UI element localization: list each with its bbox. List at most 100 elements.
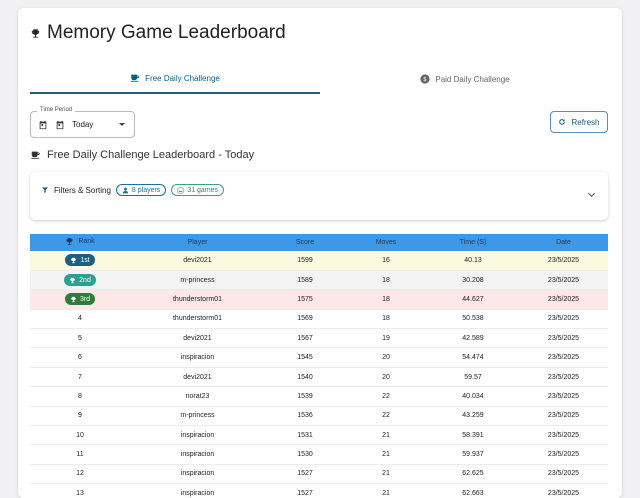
- moves-cell: 20: [382, 373, 390, 381]
- rank-badge-silver: 2nd: [64, 274, 96, 287]
- table-row: 4 thunderstorm01 1569 18 50.538 23/5/202…: [30, 309, 608, 329]
- time-cell: 62.625: [462, 470, 484, 478]
- rank-cell: 1st: [30, 251, 130, 270]
- column-header-time[interactable]: Time (S): [427, 234, 519, 251]
- expand-icon[interactable]: [587, 189, 596, 198]
- svg-text:$: $: [424, 77, 428, 83]
- time-cell: 59.937: [462, 451, 484, 459]
- filters-panel[interactable]: Filters & Sorting 8 players 31 games: [30, 172, 608, 220]
- player-cell: thunderstorm01: [172, 295, 223, 303]
- player-cell: inspiracion: [180, 354, 215, 362]
- date-cell: 23/5/2025: [547, 431, 580, 439]
- rank-cell: 8: [78, 392, 82, 400]
- time-period-select[interactable]: Time Period Today: [30, 107, 135, 138]
- challenge-tabs: Free Daily Challenge $ Paid Daily Challe…: [30, 64, 610, 94]
- tab-free-daily-challenge[interactable]: Free Daily Challenge: [30, 64, 320, 94]
- column-header-player[interactable]: Player: [130, 234, 265, 251]
- score-cell: 1589: [297, 276, 313, 284]
- rank-cell: 2nd: [30, 270, 130, 289]
- page-title-text: Memory Game Leaderboard: [47, 22, 286, 43]
- score-cell: 1530: [297, 451, 313, 459]
- players-chip: 8 players: [115, 184, 167, 196]
- score-cell: 1567: [297, 334, 313, 342]
- player-cell: norat23: [185, 392, 210, 400]
- rank-cell: 11: [76, 451, 84, 459]
- time-cell: 40.13: [464, 256, 482, 264]
- moves-cell: 18: [382, 276, 390, 284]
- table-row: 2nd m-princess 1589 18 30.208 23/5/2025: [30, 270, 608, 290]
- player-cell: inspiracion: [180, 451, 215, 459]
- table-row: 13 inspiracion 1527 21 62.663 23/5/2025: [30, 484, 608, 498]
- rank-cell: 6: [78, 354, 82, 362]
- moves-cell: 21: [382, 431, 390, 439]
- time-cell: 43.259: [462, 412, 484, 420]
- table-row: 6 inspiracion 1545 20 54.474 23/5/2025: [30, 348, 608, 368]
- date-cell: 23/5/2025: [547, 412, 580, 420]
- rank-cell: 9: [78, 412, 82, 420]
- player-cell: thunderstorm01: [172, 315, 223, 323]
- date-cell: 23/5/2025: [547, 470, 580, 478]
- time-cell: 54.474: [462, 354, 484, 362]
- filter-icon: [42, 187, 48, 193]
- column-header-rank[interactable]: Rank: [30, 234, 130, 251]
- rank-badge-bronze: 3rd: [64, 293, 96, 306]
- table-row: 5 devi2021 1567 19 42.589 23/5/2025: [30, 329, 608, 348]
- leaderboard-card: Memory Game Leaderboard Free Daily Chall…: [18, 8, 622, 498]
- dollar-icon: $: [420, 74, 430, 84]
- coffee-icon: [130, 74, 140, 82]
- calendar-icon: [39, 120, 47, 129]
- table-row: 8 norat23 1539 22 40.034 23/5/2025: [30, 387, 608, 407]
- date-cell: 23/5/2025: [547, 334, 580, 342]
- players-chip-label: 8 players: [131, 186, 161, 194]
- table-row: 1st devi2021 1599 16 40.13 23/5/2025: [30, 251, 608, 271]
- player-cell: inspiracion: [180, 431, 215, 439]
- player-cell: inspiracion: [180, 489, 215, 497]
- rank-cell: 13: [76, 489, 84, 497]
- trophy-icon: [71, 257, 77, 264]
- column-header-score[interactable]: Score: [265, 234, 345, 251]
- date-cell: 23/5/2025: [547, 354, 580, 362]
- player-cell: m-princess: [180, 412, 215, 420]
- tab-label: Free Daily Challenge: [145, 73, 220, 83]
- page-title: Memory Game Leaderboard: [30, 22, 286, 44]
- time-cell: 42.589: [462, 334, 484, 342]
- refresh-button[interactable]: Refresh: [550, 111, 608, 133]
- time-cell: 50.538: [462, 315, 484, 323]
- moves-cell: 19: [382, 334, 390, 342]
- moves-cell: 18: [382, 295, 390, 303]
- date-cell: 23/5/2025: [547, 451, 580, 459]
- date-cell: 23/5/2025: [547, 392, 580, 400]
- games-chip-label: 31 games: [187, 186, 219, 194]
- date-cell: 23/5/2025: [547, 256, 580, 264]
- date-cell: 23/5/2025: [547, 315, 580, 323]
- rank-cell: 5: [78, 334, 82, 342]
- rank-cell: 4: [78, 315, 82, 323]
- tab-paid-daily-challenge[interactable]: $ Paid Daily Challenge: [320, 64, 610, 94]
- rank-cell: 12: [76, 470, 84, 478]
- moves-cell: 20: [382, 354, 390, 362]
- column-header-date[interactable]: Date: [519, 234, 608, 251]
- coffee-icon: [31, 151, 40, 159]
- subtitle-text: Free Daily Challenge Leaderboard - Today: [47, 149, 255, 161]
- chevron-down-icon: [119, 123, 125, 126]
- leaderboard-table: Rank Player Score Moves Time (S) Date 1s…: [30, 234, 608, 498]
- calendar-today-icon: [56, 120, 64, 129]
- rank-cell: 10: [76, 431, 84, 439]
- time-period-value: Today: [72, 120, 94, 129]
- date-cell: 23/5/2025: [547, 489, 580, 497]
- moves-cell: 22: [382, 392, 390, 400]
- rank-cell: 3rd: [30, 290, 130, 309]
- score-cell: 1575: [297, 295, 313, 303]
- player-cell: devi2021: [183, 256, 212, 264]
- moves-cell: 21: [382, 489, 390, 497]
- column-header-moves[interactable]: Moves: [345, 234, 427, 251]
- refresh-label: Refresh: [571, 117, 600, 127]
- moves-cell: 16: [382, 256, 390, 264]
- time-cell: 62.663: [462, 489, 484, 497]
- leaderboard-subtitle: Free Daily Challenge Leaderboard - Today: [30, 149, 254, 161]
- time-cell: 58.391: [462, 431, 484, 439]
- player-cell: devi2021: [183, 334, 212, 342]
- refresh-icon: [559, 119, 566, 125]
- table-row: 9 m-princess 1536 22 43.259 23/5/2025: [30, 406, 608, 426]
- player-cell: m-princess: [180, 276, 215, 284]
